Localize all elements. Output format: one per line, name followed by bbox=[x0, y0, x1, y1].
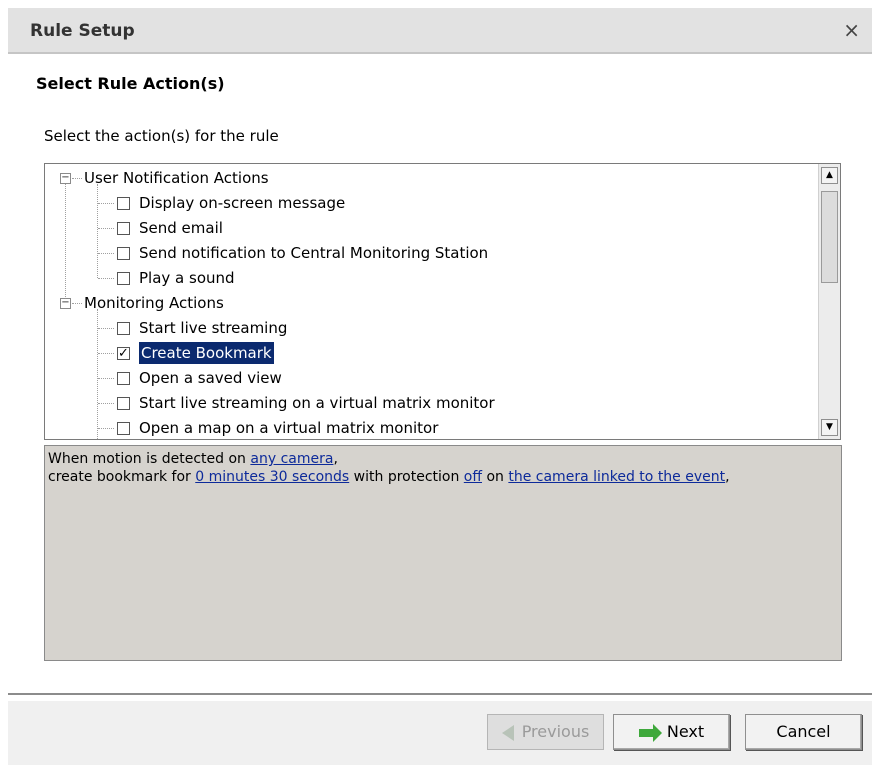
tree-connector bbox=[98, 428, 114, 429]
collapse-icon[interactable]: − bbox=[60, 298, 71, 309]
scroll-thumb[interactable] bbox=[821, 191, 838, 283]
action-checkbox[interactable] bbox=[117, 197, 130, 210]
scroll-up-icon[interactable]: ▲ bbox=[821, 167, 838, 184]
action-checkbox[interactable]: ✓ bbox=[117, 347, 130, 360]
next-button-label: Next bbox=[666, 722, 705, 741]
previous-button-label: Previous bbox=[521, 722, 590, 741]
action-checkbox[interactable] bbox=[117, 247, 130, 260]
page-heading: Select Rule Action(s) bbox=[36, 74, 225, 93]
action-checkbox[interactable] bbox=[117, 222, 130, 235]
description-line-2: create bookmark for 0 minutes 30 seconds… bbox=[48, 468, 838, 486]
dialog-title: Rule Setup bbox=[30, 21, 135, 41]
scroll-down-icon[interactable]: ▼ bbox=[821, 419, 838, 436]
action-item-label[interactable]: Display on-screen message bbox=[139, 192, 345, 214]
action-checkbox[interactable] bbox=[117, 272, 130, 285]
tree-connector bbox=[98, 203, 114, 204]
tree-connector bbox=[98, 378, 114, 379]
tree-connector bbox=[97, 184, 98, 278]
description-line-1: When motion is detected on any camera, bbox=[48, 450, 838, 468]
action-checkbox[interactable] bbox=[117, 397, 130, 410]
action-item-label[interactable]: Create Bookmark bbox=[139, 342, 274, 364]
description-text: create bookmark for bbox=[48, 469, 196, 485]
any-camera-link[interactable]: any camera bbox=[250, 451, 333, 467]
protection-link[interactable]: off bbox=[464, 469, 482, 485]
rule-description: When motion is detected on any camera, c… bbox=[44, 445, 842, 661]
tree-connector bbox=[98, 253, 114, 254]
action-item-label[interactable]: Send email bbox=[139, 217, 223, 239]
tree-connector bbox=[98, 353, 114, 354]
instruction-text: Select the action(s) for the rule bbox=[44, 127, 279, 145]
back-arrow-icon bbox=[501, 724, 514, 741]
description-text: with protection bbox=[349, 469, 464, 485]
action-item-label[interactable]: Play a sound bbox=[139, 267, 235, 289]
collapse-icon[interactable]: − bbox=[60, 173, 71, 184]
description-text: When motion is detected on bbox=[48, 451, 251, 467]
tree-group-label[interactable]: Monitoring Actions bbox=[84, 292, 224, 314]
tree-connector bbox=[98, 228, 114, 229]
action-checkbox[interactable] bbox=[117, 372, 130, 385]
action-item-label[interactable]: Start live streaming on a virtual matrix… bbox=[139, 392, 495, 414]
tree-group-label[interactable]: User Notification Actions bbox=[84, 167, 269, 189]
tree-connector bbox=[97, 309, 98, 439]
action-item-label[interactable]: Start live streaming bbox=[139, 317, 287, 339]
tree-connector bbox=[72, 178, 82, 179]
next-button[interactable]: Next bbox=[613, 714, 730, 750]
dialog-titlebar: Rule Setup × bbox=[8, 8, 872, 54]
tree-connector bbox=[98, 278, 114, 279]
vertical-scrollbar[interactable]: ▲ ▼ bbox=[818, 164, 840, 439]
action-checkbox[interactable] bbox=[117, 422, 130, 435]
cancel-button-label: Cancel bbox=[776, 722, 831, 741]
action-item-label[interactable]: Open a saved view bbox=[139, 367, 282, 389]
tree-connector bbox=[98, 328, 114, 329]
tree-connector bbox=[98, 403, 114, 404]
previous-button[interactable]: Previous bbox=[487, 714, 604, 750]
dialog-footer bbox=[8, 701, 872, 765]
description-text: , bbox=[725, 469, 730, 485]
actions-tree-content: − User Notification Actions Display on-scr… bbox=[45, 164, 818, 439]
duration-link[interactable]: 0 minutes 30 seconds bbox=[195, 469, 349, 485]
action-checkbox[interactable] bbox=[117, 322, 130, 335]
action-item-label[interactable]: Send notification to Central Monitoring … bbox=[139, 242, 488, 264]
action-item-label[interactable]: Open a map on a virtual matrix monitor bbox=[139, 417, 438, 439]
footer-divider bbox=[8, 693, 872, 695]
actions-tree[interactable]: − User Notification Actions Display on-scr… bbox=[44, 163, 841, 440]
tree-connector bbox=[72, 303, 82, 304]
description-text: on bbox=[482, 469, 509, 485]
camera-link[interactable]: the camera linked to the event bbox=[508, 469, 725, 485]
cancel-button[interactable]: Cancel bbox=[745, 714, 862, 750]
close-icon[interactable]: × bbox=[843, 20, 860, 40]
forward-arrow-icon bbox=[638, 723, 662, 742]
description-text: , bbox=[333, 451, 338, 467]
tree-connector bbox=[65, 184, 66, 297]
